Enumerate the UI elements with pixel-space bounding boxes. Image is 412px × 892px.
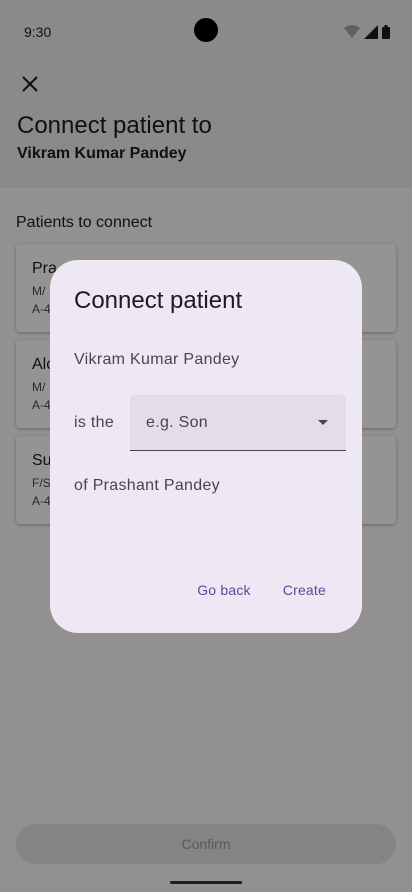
dialog-actions: Go back Create [185, 578, 338, 602]
of-patient-label: of Prashant Pandey [74, 477, 220, 494]
gesture-nav-bar[interactable] [170, 881, 242, 884]
create-button[interactable]: Create [271, 578, 338, 602]
go-back-button[interactable]: Go back [185, 578, 263, 602]
relation-placeholder: e.g. Son [146, 414, 209, 431]
is-the-label: is the [74, 414, 115, 431]
relation-dropdown[interactable]: e.g. Son [130, 395, 346, 451]
dialog-title: Connect patient [74, 287, 243, 314]
dropdown-arrow-icon [318, 420, 328, 425]
screen: Connect patient to Vikram Kumar Pandey 9… [0, 0, 412, 892]
connect-patient-dialog: Connect patient Vikram Kumar Pandey is t… [50, 260, 362, 633]
dialog-person-name: Vikram Kumar Pandey [74, 351, 240, 368]
